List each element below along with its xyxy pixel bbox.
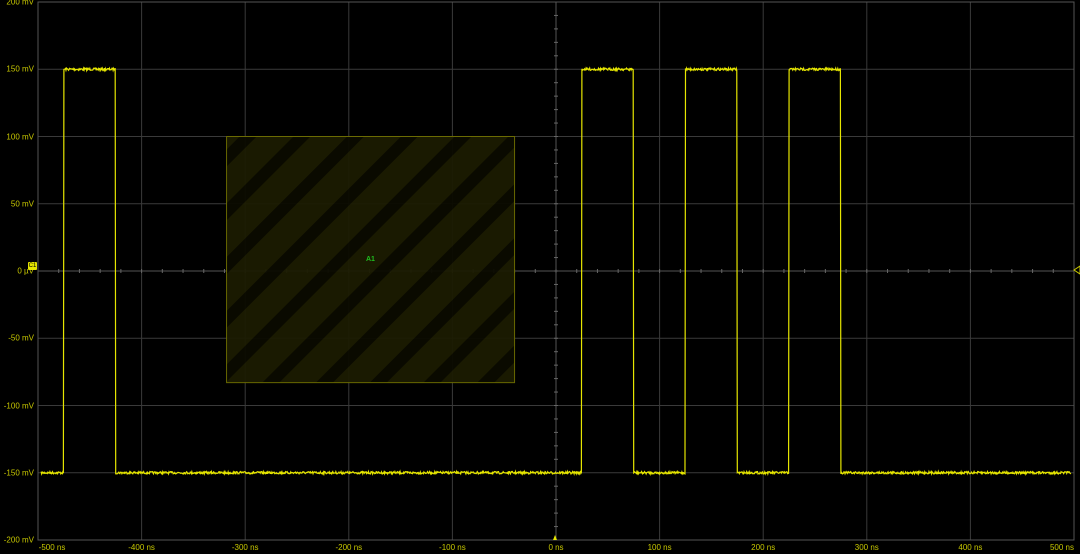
x-axis-label: -200 ns — [335, 543, 363, 552]
x-axis-label: 400 ns — [958, 543, 983, 552]
x-axis-label: 0 ns — [548, 543, 564, 552]
channel-1-marker[interactable]: C1 — [28, 262, 37, 270]
x-axis-label: 500 ns — [1049, 543, 1075, 552]
zone-label: A1 — [366, 256, 375, 263]
y-axis-label: 150 mV — [6, 64, 34, 74]
x-axis-label: -400 ns — [128, 543, 155, 552]
waveform-display[interactable] — [0, 0, 1080, 554]
y-axis-label: 50 mV — [10, 199, 34, 209]
trigger-level-marker-icon[interactable] — [1073, 265, 1080, 275]
y-axis-label: -200 mV — [3, 535, 34, 545]
y-axis-label: -50 mV — [8, 333, 34, 343]
y-axis-label: 200 mV — [6, 0, 34, 7]
x-axis-label: 200 ns — [751, 543, 776, 552]
y-axis-label: -100 mV — [3, 401, 34, 410]
x-axis-label: -100 ns — [439, 543, 466, 552]
x-axis-label: -500 ns — [38, 543, 66, 552]
x-axis-label: 300 ns — [854, 543, 879, 552]
y-axis-label: -150 mV — [3, 468, 34, 478]
graticule — [37, 1, 1075, 541]
x-axis-label: 100 ns — [647, 543, 672, 552]
y-axis-label: 100 mV — [6, 132, 34, 141]
x-axis-label: -300 ns — [231, 543, 259, 552]
